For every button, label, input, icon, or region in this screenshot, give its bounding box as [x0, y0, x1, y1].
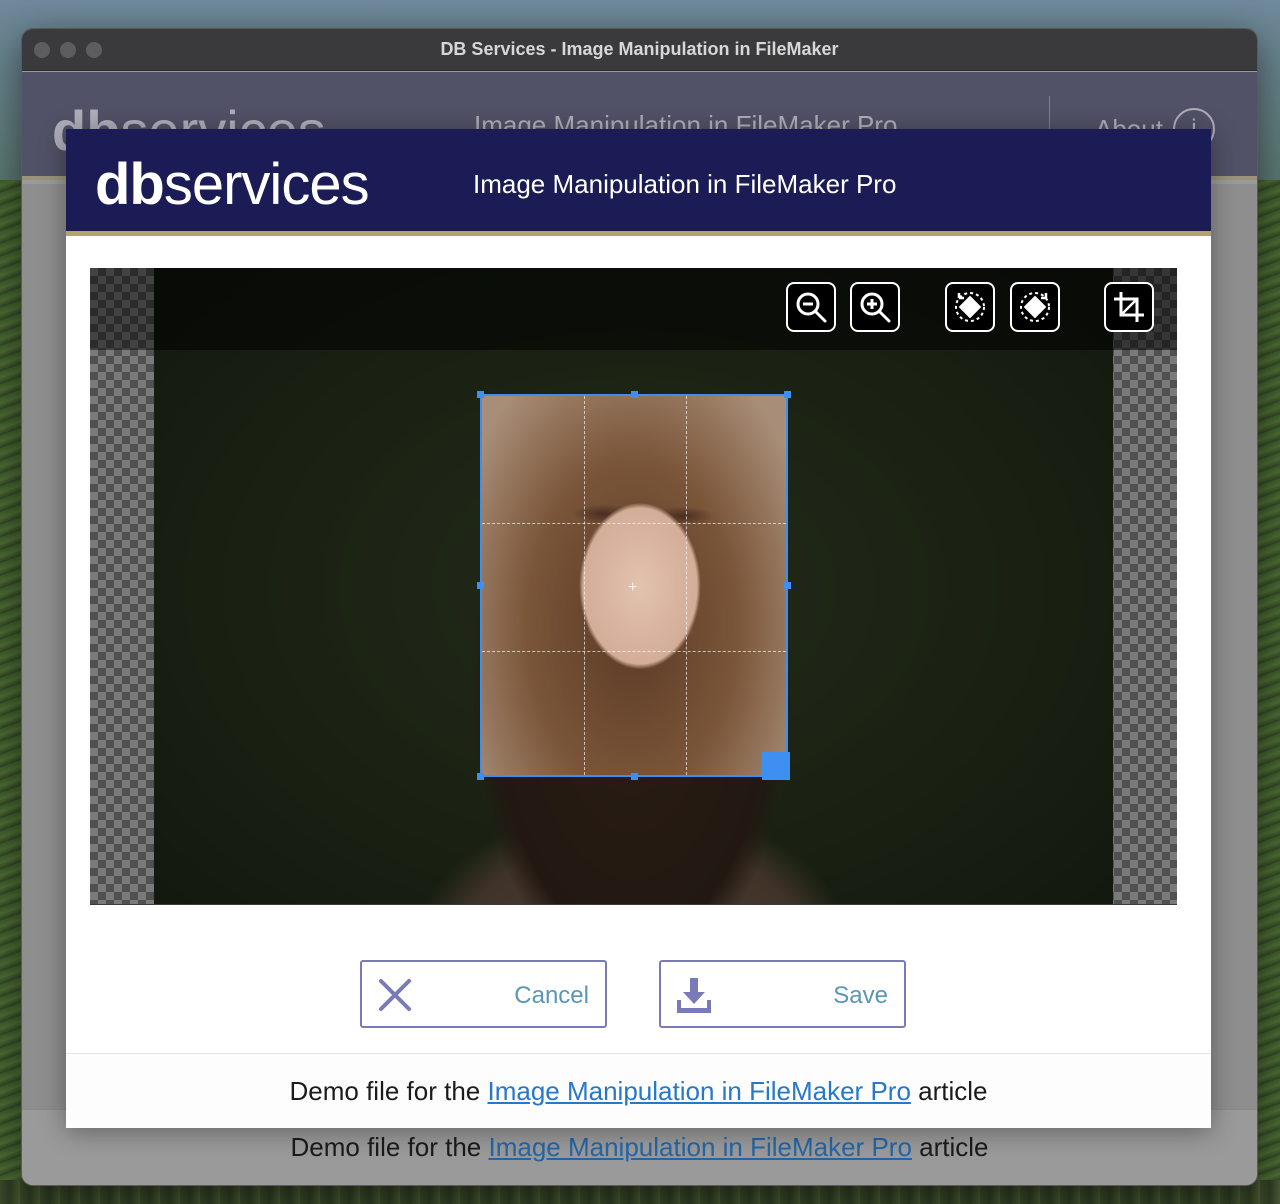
dialog-footer: Demo file for the Image Manipulation in …	[66, 1053, 1211, 1128]
desktop-wallpaper	[1256, 180, 1280, 1204]
save-label: Save	[833, 982, 888, 1009]
crop-icon	[1114, 292, 1144, 322]
crop-guide-line	[686, 396, 687, 775]
crop-handle-e[interactable]	[784, 582, 791, 589]
footer-text-after: article	[910, 1076, 988, 1106]
crop-handle-ne[interactable]	[784, 391, 791, 398]
dialog-header: dbservices Image Manipulation in FileMak…	[66, 129, 1211, 236]
download-icon	[677, 978, 711, 1013]
editor-toolbar	[154, 268, 1177, 350]
close-icon	[379, 979, 411, 1011]
zoom-in-icon	[860, 292, 891, 323]
crop-guide-line	[482, 523, 786, 524]
save-button[interactable]: Save	[659, 960, 906, 1028]
dialog-actions: Cancel Save	[66, 960, 1211, 1028]
rotate-left-icon	[955, 292, 985, 322]
crop-center-icon: +	[628, 579, 638, 596]
crop-button[interactable]	[1104, 282, 1154, 332]
rotate-right-icon	[1020, 292, 1050, 322]
article-link[interactable]: Image Manipulation in FileMaker Pro	[487, 1076, 910, 1106]
crop-handle-nw[interactable]	[477, 391, 484, 398]
crop-handle-s[interactable]	[631, 773, 638, 780]
background-article-link[interactable]: Image Manipulation in FileMaker Pro	[488, 1132, 911, 1162]
rotate-left-button[interactable]	[945, 282, 995, 332]
crop-resize-handle-se[interactable]	[762, 752, 790, 780]
crop-selection-box[interactable]: +	[480, 394, 788, 777]
toolbar-background	[90, 268, 154, 350]
crop-guide-line	[584, 396, 585, 775]
zoom-out-button[interactable]	[786, 282, 836, 332]
cancel-label: Cancel	[514, 982, 589, 1009]
dialog-title: Image Manipulation in FileMaker Pro	[473, 169, 897, 199]
footer-text: Demo file for the	[289, 1076, 488, 1106]
crop-handle-sw[interactable]	[477, 773, 484, 780]
zoom-out-icon	[796, 292, 827, 323]
image-editor-canvas[interactable]: +	[90, 268, 1177, 905]
window-title: DB Services - Image Manipulation in File…	[440, 39, 839, 59]
rotate-right-button[interactable]	[1010, 282, 1060, 332]
crop-handle-w[interactable]	[477, 582, 484, 589]
cancel-button[interactable]: Cancel	[360, 960, 607, 1028]
crop-handle-n[interactable]	[631, 391, 638, 398]
crop-guide-line	[482, 651, 786, 652]
window-titlebar[interactable]: DB Services - Image Manipulation in File…	[22, 29, 1257, 71]
zoom-in-button[interactable]	[850, 282, 900, 332]
dbservices-logo: dbservices	[95, 152, 370, 217]
image-editor-dialog: dbservices Image Manipulation in FileMak…	[66, 129, 1211, 1128]
